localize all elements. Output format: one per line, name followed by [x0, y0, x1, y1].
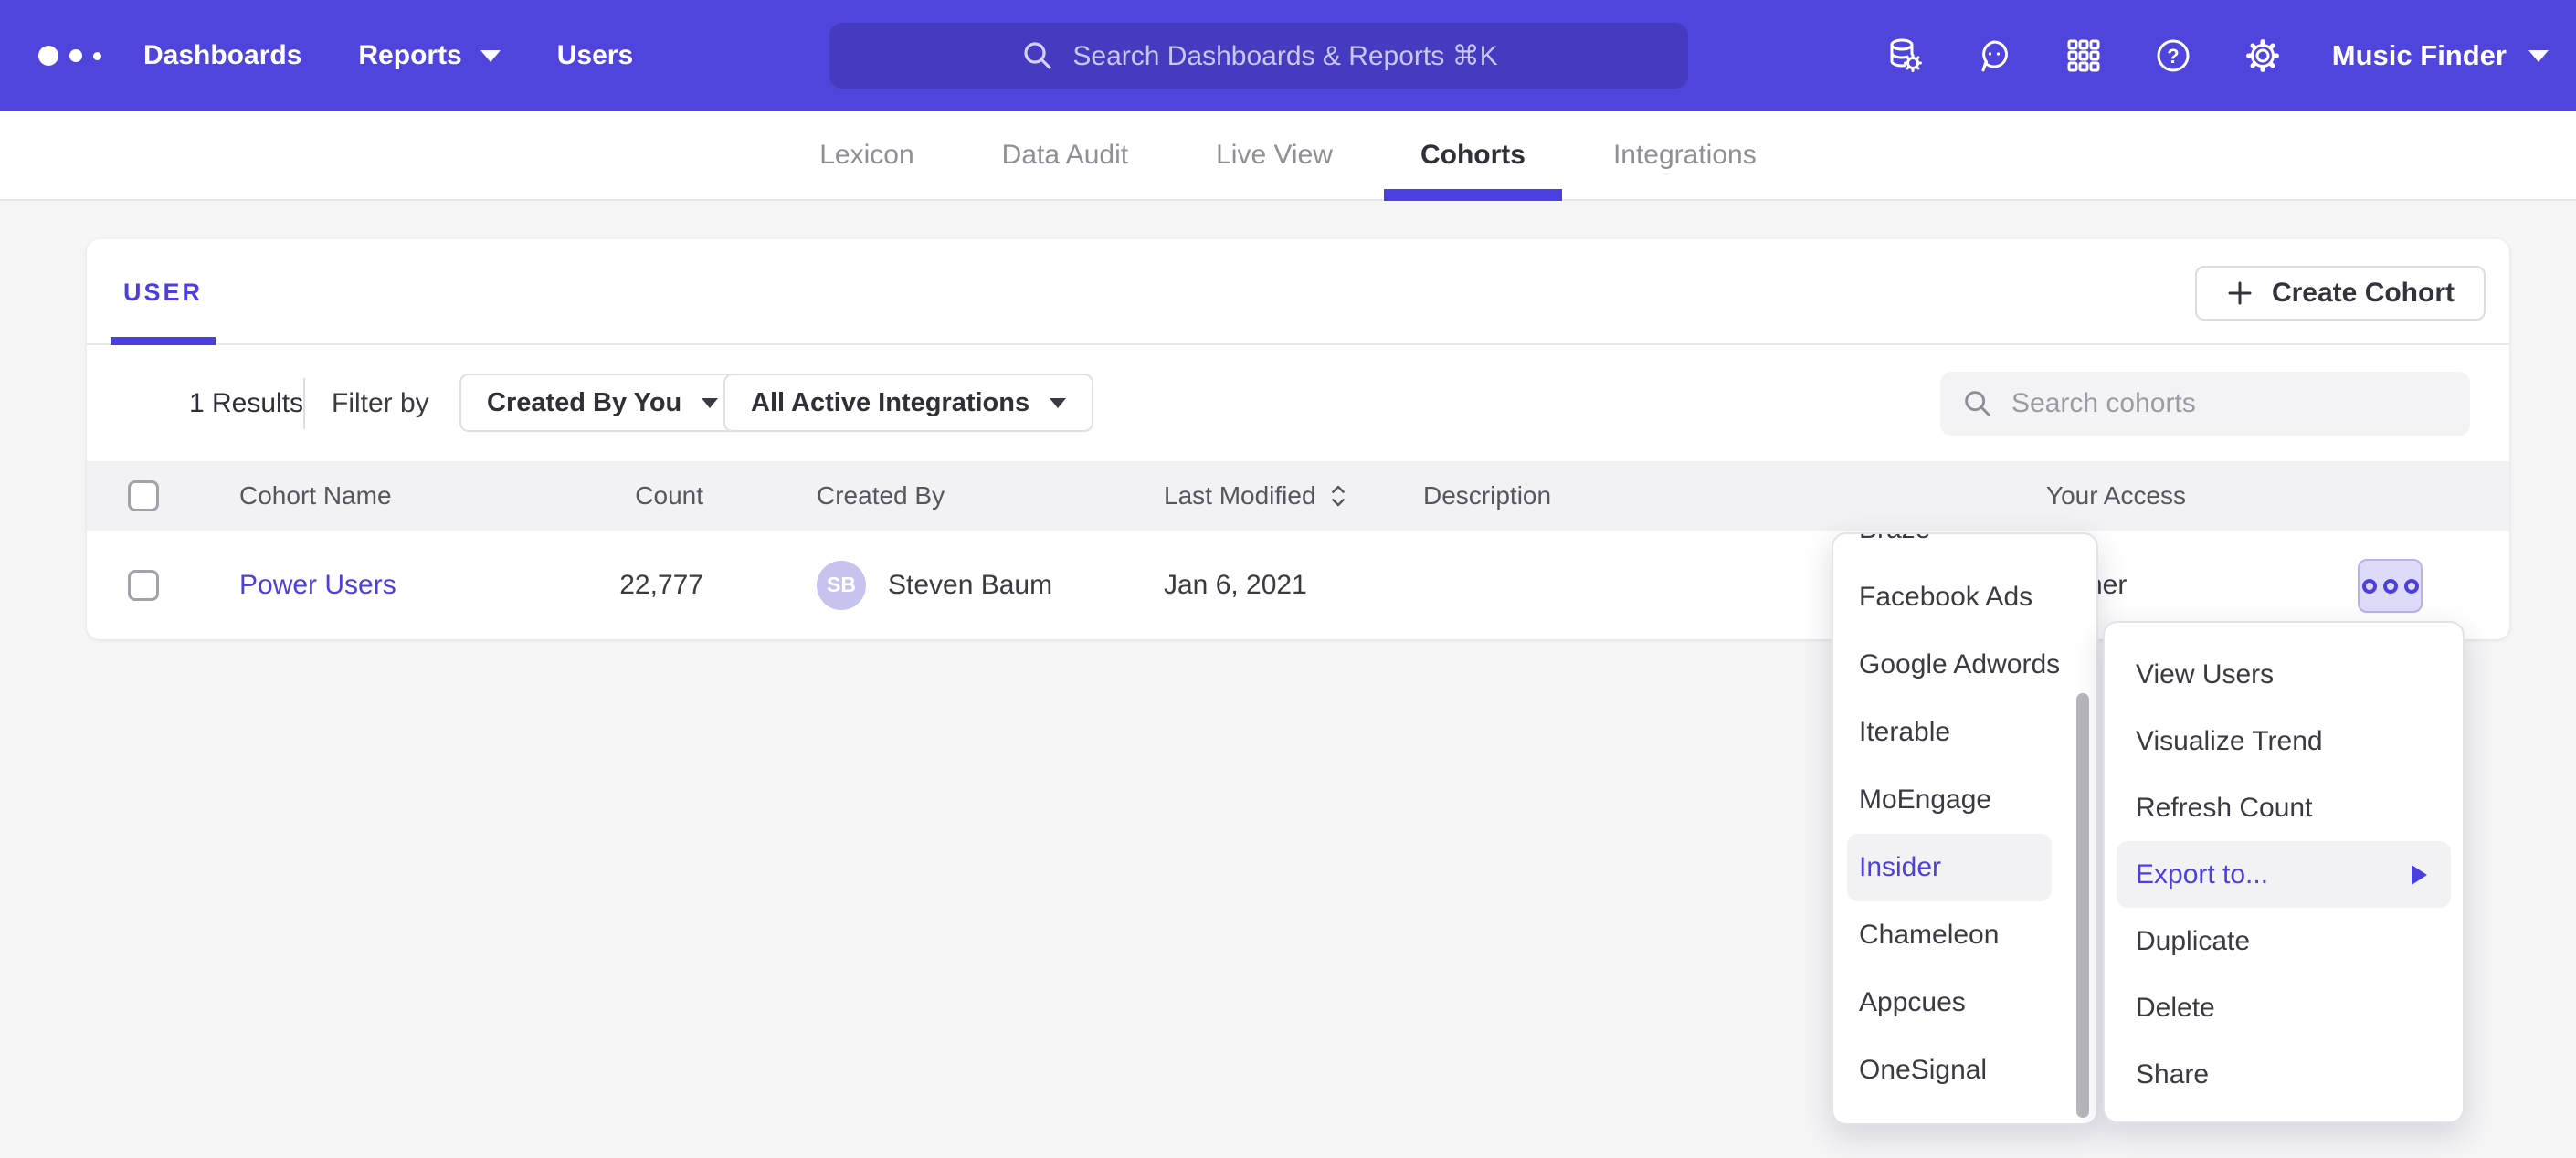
top-nav-right: ? Music Finder — [1884, 0, 2549, 111]
menu-item-share[interactable]: Share — [2105, 1041, 2463, 1108]
sort-icon — [1329, 482, 1347, 510]
chevron-down-icon — [702, 398, 718, 408]
data-management-icon[interactable] — [1884, 36, 1925, 76]
logo-dot — [38, 46, 58, 66]
tab-user-cohorts[interactable]: USER — [123, 239, 203, 345]
help-icon[interactable]: ? — [2153, 36, 2193, 76]
column-last-modified-label: Last Modified — [1164, 481, 1316, 511]
svg-text:?: ? — [2167, 45, 2179, 68]
tab-integrations[interactable]: Integrations — [1613, 111, 1757, 199]
nav-reports[interactable]: Reports — [358, 40, 500, 71]
created-by-name: Steven Baum — [888, 570, 1052, 601]
nav-users-label: Users — [557, 40, 633, 71]
global-search-bar[interactable]: Search Dashboards & Reports ⌘K — [829, 23, 1688, 89]
submenu-arrow-icon — [2412, 865, 2427, 885]
mixpanel-logo[interactable] — [38, 0, 101, 111]
integrations-filter-label: All Active Integrations — [751, 388, 1029, 418]
cohort-search-box — [1940, 372, 2470, 436]
search-icon — [1019, 37, 1056, 74]
top-nav-items: Dashboards Reports Users — [143, 0, 633, 111]
menu-item-visualize-trend[interactable]: Visualize Trend — [2105, 708, 2463, 774]
column-last-modified[interactable]: Last Modified — [1164, 461, 1347, 531]
plus-icon — [2226, 279, 2254, 307]
menu-item-moengage[interactable]: MoEngage — [1833, 766, 2065, 834]
created-by-filter-dropdown[interactable]: Created By You — [459, 374, 745, 432]
menu-item-refresh-count[interactable]: Refresh Count — [2105, 774, 2463, 841]
top-nav: Dashboards Reports Users Search Dashboar… — [0, 0, 2576, 111]
divider — [303, 378, 305, 429]
filter-row: 1 Results Filter by Created By You All A… — [87, 345, 2509, 461]
column-cohort-name: Cohort Name — [239, 461, 392, 531]
menu-item-facebook-ads[interactable]: Facebook Ads — [1833, 563, 2065, 631]
row-context-menu: View Users Visualize Trend Refresh Count… — [2103, 621, 2465, 1123]
row-actions-button[interactable] — [2358, 559, 2423, 613]
tab-cohorts[interactable]: Cohorts — [1420, 111, 1526, 199]
cohort-type-tabs: USER Create Cohort — [87, 239, 2509, 345]
settings-gear-icon[interactable] — [2243, 36, 2283, 76]
select-all-checkbox[interactable] — [128, 480, 159, 511]
project-switcher[interactable]: Music Finder — [2332, 39, 2549, 72]
cohorts-card: USER Create Cohort 1 Results Filter by C… — [87, 239, 2509, 639]
created-by-filter-label: Created By You — [487, 388, 681, 418]
column-description: Description — [1423, 461, 1551, 531]
menu-item-insider[interactable]: Insider — [1847, 834, 2052, 901]
menu-item-export-to[interactable]: Export to... — [2117, 841, 2451, 908]
create-cohort-button[interactable]: Create Cohort — [2195, 266, 2486, 321]
export-submenu: Braze Facebook Ads Google Adwords Iterab… — [1832, 532, 2098, 1125]
results-count: 1 Results — [189, 345, 303, 461]
avatar: SB — [817, 561, 866, 610]
nav-users[interactable]: Users — [557, 40, 633, 71]
table-header: Cohort Name Count Created By Last Modifi… — [87, 461, 2509, 531]
nav-reports-label: Reports — [358, 40, 461, 71]
logo-dot — [93, 52, 101, 60]
chevron-down-icon — [480, 50, 501, 62]
menu-item-google-adwords[interactable]: Google Adwords — [1833, 631, 2065, 699]
last-modified-cell: Jan 6, 2021 — [1164, 531, 1307, 639]
menu-item-appcues[interactable]: Appcues — [1833, 969, 2065, 1037]
menu-item-braze[interactable]: Braze — [1833, 532, 2065, 563]
cohort-search-input[interactable] — [2011, 388, 2450, 419]
column-count: Count — [507, 461, 703, 531]
menu-item-export-to-label: Export to... — [2136, 859, 2268, 890]
logo-dot — [69, 49, 82, 62]
menu-item-chameleon[interactable]: Chameleon — [1833, 901, 2065, 969]
project-name: Music Finder — [2332, 39, 2507, 72]
nav-dashboards-label: Dashboards — [143, 40, 301, 71]
tab-lexicon[interactable]: Lexicon — [819, 111, 913, 199]
menu-item-onesignal[interactable]: OneSignal — [1833, 1037, 2065, 1104]
submenu-scrollbar-thumb[interactable] — [2076, 693, 2089, 1118]
cohort-name-link[interactable]: Power Users — [239, 570, 396, 601]
create-cohort-label: Create Cohort — [2272, 278, 2455, 309]
cohort-count: 22,777 — [507, 531, 703, 639]
apps-grid-icon[interactable] — [2064, 36, 2104, 76]
search-icon — [1960, 386, 1995, 421]
integrations-filter-dropdown[interactable]: All Active Integrations — [723, 374, 1093, 432]
chevron-down-icon — [1050, 398, 1066, 408]
menu-item-delete[interactable]: Delete — [2105, 974, 2463, 1041]
row-checkbox[interactable] — [128, 570, 159, 601]
export-submenu-items: Braze Facebook Ads Google Adwords Iterab… — [1833, 532, 2065, 1104]
created-by-cell: SB Steven Baum — [817, 561, 1052, 610]
dot-icon — [2362, 579, 2377, 594]
dot-icon — [2404, 579, 2419, 594]
tab-data-audit[interactable]: Data Audit — [1002, 111, 1128, 199]
dot-icon — [2383, 579, 2398, 594]
filter-by-label: Filter by — [332, 345, 429, 461]
menu-item-duplicate[interactable]: Duplicate — [2105, 908, 2463, 974]
secondary-nav: Lexicon Data Audit Live View Cohorts Int… — [0, 111, 2576, 201]
column-created-by: Created By — [817, 461, 945, 531]
global-search-placeholder: Search Dashboards & Reports ⌘K — [1072, 40, 1497, 72]
column-your-access: Your Access — [2046, 461, 2186, 531]
tab-live-view[interactable]: Live View — [1216, 111, 1333, 199]
menu-item-view-users[interactable]: View Users — [2105, 641, 2463, 708]
menu-item-iterable[interactable]: Iterable — [1833, 699, 2065, 766]
nav-dashboards[interactable]: Dashboards — [143, 40, 301, 71]
chevron-down-icon — [2528, 50, 2549, 62]
messages-icon[interactable] — [1974, 36, 2014, 76]
